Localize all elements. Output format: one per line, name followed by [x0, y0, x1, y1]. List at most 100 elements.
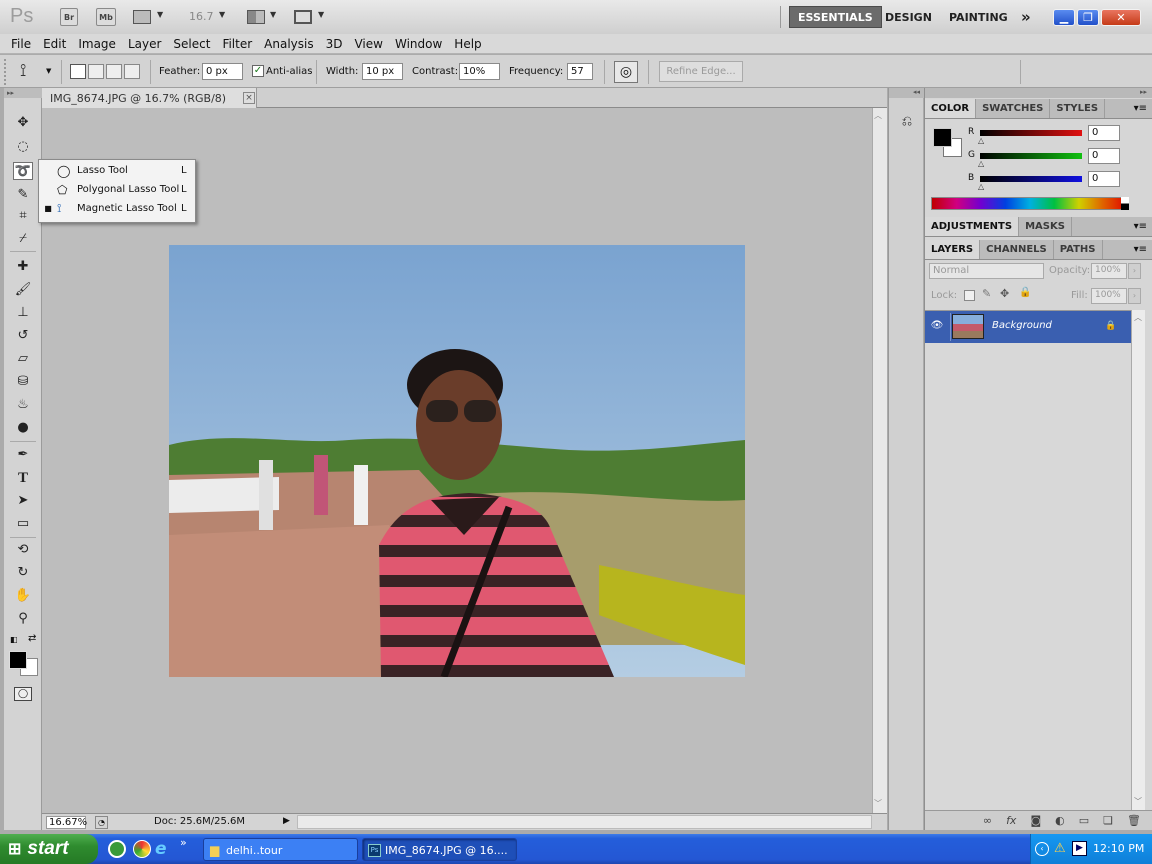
menu-layer[interactable]: Layer — [122, 34, 167, 54]
workspace-painting[interactable]: PAINTING — [941, 6, 1016, 28]
frequency-input[interactable]: 57 — [567, 63, 593, 80]
marquee-tool-icon[interactable]: ◌ — [13, 138, 33, 156]
eraser-tool-icon[interactable]: ▱ — [13, 350, 33, 368]
fill-input[interactable]: 100% — [1091, 288, 1127, 304]
screen-mode-dropdown-icon[interactable]: ▼ — [318, 10, 324, 19]
magnetic-lasso-preset-icon[interactable]: ⟟ — [20, 61, 26, 81]
taskbar-task-photoshop[interactable]: Ps IMG_8674.JPG @ 16.... — [362, 838, 517, 861]
media-player-icon[interactable]: ▶ — [1072, 841, 1087, 856]
workspace-essentials[interactable]: ESSENTIALS — [789, 6, 882, 28]
hand-tool-icon[interactable]: ✋ — [13, 587, 33, 605]
chrome-icon[interactable] — [133, 840, 151, 858]
healing-brush-tool-icon[interactable]: ✚ — [13, 258, 33, 276]
3d-rotate-tool-icon[interactable]: ⟲ — [13, 541, 33, 559]
menu-window[interactable]: Window — [389, 34, 448, 54]
lock-transparent-icon[interactable] — [964, 290, 975, 301]
layers-scrollbar[interactable]: ︿ ﹀ — [1131, 310, 1145, 810]
3d-orbit-tool-icon[interactable]: ↻ — [13, 564, 33, 582]
flyout-item-lasso[interactable]: ◯ Lasso Tool L — [39, 161, 195, 180]
menu-image[interactable]: Image — [72, 34, 122, 54]
menu-edit[interactable]: Edit — [37, 34, 72, 54]
red-value-input[interactable]: 0 — [1088, 125, 1120, 141]
adjustment-layer-icon[interactable]: ◐ — [1055, 814, 1065, 827]
pen-tool-icon[interactable]: ✒ — [13, 446, 33, 464]
grip-handle[interactable] — [4, 59, 8, 85]
expand-dock-icon[interactable]: ◂◂ — [889, 88, 924, 98]
tab-styles[interactable]: STYLES — [1050, 99, 1106, 118]
chevron-down-icon[interactable]: ▼ — [157, 10, 163, 19]
panel-menu-icon[interactable]: ▾≡ — [1134, 217, 1152, 236]
zoom-tool-icon[interactable]: ⚲ — [13, 610, 33, 628]
screen-mode-icon[interactable] — [294, 10, 312, 24]
default-colors-icon[interactable]: ◧ — [10, 635, 18, 644]
quick-mask-icon[interactable]: ◯ — [14, 687, 32, 701]
scroll-down-icon[interactable]: ﹀ — [1134, 796, 1142, 807]
color-spectrum-bar[interactable] — [931, 197, 1129, 210]
quicklaunch-more-icon[interactable]: » — [180, 836, 187, 849]
color-foreground-swatch[interactable] — [933, 128, 952, 147]
subtract-selection-icon[interactable] — [106, 64, 122, 79]
restore-icon[interactable]: ❐ — [1077, 9, 1099, 26]
status-menu-arrow-icon[interactable]: ▶ — [283, 816, 290, 826]
layer-row-background[interactable]: 👁 Background 🔒 — [925, 311, 1131, 343]
link-layers-icon[interactable]: ∞ — [983, 814, 992, 827]
brush-tool-icon[interactable]: 🖌 — [13, 281, 33, 299]
history-panel-icon[interactable]: ⎌ — [896, 114, 918, 134]
layer-visibility-eye-icon[interactable]: 👁 — [928, 320, 946, 334]
vertical-scrollbar[interactable]: ︿ ﹀ — [872, 108, 887, 813]
foreground-color-swatch[interactable] — [9, 651, 27, 669]
show-hidden-icons-icon[interactable]: ‹ — [1035, 842, 1049, 856]
arrange-dropdown-icon[interactable]: ▼ — [270, 10, 276, 19]
blue-slider[interactable] — [980, 176, 1082, 182]
red-slider[interactable] — [980, 130, 1082, 136]
layer-name[interactable]: Background — [992, 320, 1052, 331]
slider-thumb-icon[interactable]: △ — [978, 136, 984, 145]
arrange-documents-icon[interactable] — [247, 10, 265, 24]
menu-view[interactable]: View — [348, 34, 388, 54]
blur-tool-icon[interactable]: ♨ — [13, 396, 33, 414]
internet-explorer-icon[interactable]: e — [155, 839, 167, 859]
tab-layers[interactable]: LAYERS — [925, 240, 981, 259]
zoom-dropdown-icon[interactable]: ▼ — [219, 10, 225, 19]
quick-selection-tool-icon[interactable]: ✎ — [13, 186, 33, 204]
clone-stamp-tool-icon[interactable]: ⊥ — [13, 304, 33, 322]
start-button[interactable]: ⊞ start — [0, 834, 98, 864]
scroll-up-icon[interactable]: ︿ — [874, 110, 882, 121]
more-workspaces-icon[interactable]: » — [1013, 6, 1039, 28]
refine-edge-button[interactable]: Refine Edge... — [659, 61, 743, 82]
flyout-item-magnetic-lasso[interactable]: ■ ⟟ Magnetic Lasso Tool L — [39, 199, 195, 218]
tab-color[interactable]: COLOR — [925, 99, 977, 118]
tab-masks[interactable]: MASKS — [1019, 217, 1072, 236]
close-document-icon[interactable]: × — [243, 92, 255, 104]
green-value-input[interactable]: 0 — [1088, 148, 1120, 164]
mini-bridge-button[interactable]: Mb — [96, 8, 116, 26]
security-warning-icon[interactable]: ⚠ — [1054, 841, 1066, 856]
workspace-design[interactable]: DESIGN — [877, 6, 940, 28]
crop-tool-icon[interactable]: ⌗ — [13, 207, 33, 225]
status-zoom-field[interactable]: 16.67% — [46, 816, 87, 829]
eyedropper-tool-icon[interactable]: ⌿ — [13, 230, 33, 248]
opacity-input[interactable]: 100% — [1091, 263, 1127, 279]
swap-colors-icon[interactable]: ⇄ — [28, 633, 36, 644]
menu-file[interactable]: File — [5, 34, 37, 54]
width-input[interactable]: 10 px — [362, 63, 403, 80]
dodge-tool-icon[interactable]: ● — [13, 419, 33, 437]
slider-thumb-icon[interactable]: △ — [978, 159, 984, 168]
minimize-icon[interactable]: ▁ — [1053, 9, 1075, 26]
bridge-button[interactable]: Br — [60, 8, 78, 26]
document-tab-title[interactable]: IMG_8674.JPG @ 16.7% (RGB/8) — [50, 92, 226, 105]
panel-menu-icon[interactable]: ▾≡ — [1134, 99, 1152, 118]
blend-mode-select[interactable]: Normal — [929, 263, 1044, 279]
collapse-toolbox-icon[interactable]: ▸▸ — [4, 88, 42, 98]
lock-all-icon[interactable]: 🔒 — [1019, 287, 1031, 298]
intersect-selection-icon[interactable] — [124, 64, 140, 79]
move-tool-icon[interactable]: ✥ — [13, 114, 33, 132]
menu-3d[interactable]: 3D — [320, 34, 349, 54]
preset-dropdown-icon[interactable]: ▼ — [46, 67, 51, 75]
panel-menu-icon[interactable]: ▾≡ — [1134, 240, 1152, 259]
close-icon[interactable]: ✕ — [1101, 9, 1141, 26]
tab-channels[interactable]: CHANNELS — [980, 240, 1054, 259]
status-info-icon[interactable]: ◔ — [95, 816, 108, 829]
blue-value-input[interactable]: 0 — [1088, 171, 1120, 187]
history-brush-tool-icon[interactable]: ↺ — [13, 327, 33, 345]
